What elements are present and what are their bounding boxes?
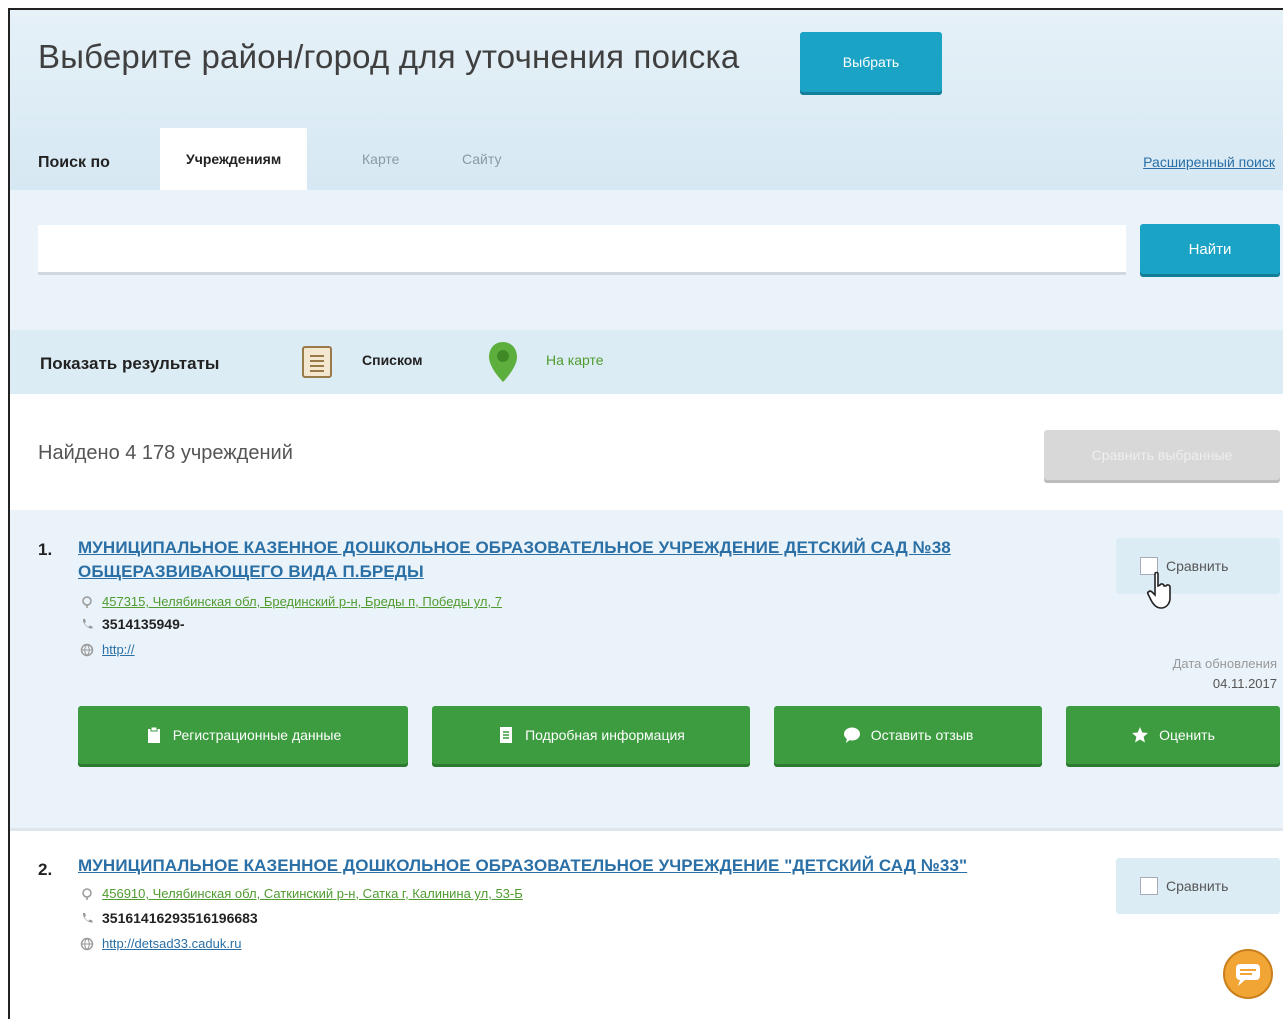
search-by-label: Поиск по (38, 154, 110, 171)
update-info: Дата обновления 04.11.2017 (1173, 654, 1277, 694)
result-title-link[interactable]: МУНИЦИПАЛЬНОЕ КАЗЕННОЕ ДОШКОЛЬНОЕ ОБРАЗО… (78, 854, 1098, 878)
address-link[interactable]: 456910, Челябинская обл, Саткинский р-н,… (102, 886, 523, 901)
result-number: 1. (38, 540, 53, 559)
update-label: Дата обновления (1172, 656, 1277, 671)
leave-review-label: Оставить отзыв (870, 727, 974, 743)
registration-data-button[interactable]: Регистрационные данные (78, 706, 408, 764)
advanced-search-link[interactable]: Расширенный поиск (1143, 154, 1275, 170)
site-row: http:// (80, 642, 135, 657)
star-icon (1132, 727, 1149, 743)
tab-institutions[interactable]: Учреждениям (160, 128, 308, 190)
phone-number: 3514135949- (102, 616, 185, 632)
document-icon (500, 727, 513, 743)
find-button[interactable]: Найти (1140, 224, 1280, 274)
chat-bubble-icon (843, 727, 860, 743)
site-row: http://detsad33.caduk.ru (80, 936, 241, 951)
search-tabs: Поиск по Учреждениям Карте Сайту Расшире… (10, 128, 1283, 190)
rate-label: Оценить (1159, 727, 1215, 743)
select-region-button[interactable]: Выбрать (800, 32, 942, 92)
compare-toggle[interactable]: Сравнить (1116, 858, 1280, 914)
globe-icon (80, 643, 94, 656)
site-link[interactable]: http://detsad33.caduk.ru (102, 936, 241, 951)
result-title-link[interactable]: МУНИЦИПАЛЬНОЕ КАЗЕННОЕ ДОШКОЛЬНОЕ ОБРАЗО… (78, 536, 1078, 584)
compare-checkbox[interactable] (1140, 877, 1158, 895)
site-link[interactable]: http:// (102, 642, 135, 657)
clipboard-icon (147, 726, 160, 743)
globe-icon (80, 937, 94, 950)
search-input[interactable] (38, 225, 1126, 275)
view-map-option[interactable]: На карте (546, 352, 604, 368)
phone-icon (82, 619, 93, 629)
address-row: 456910, Челябинская обл, Саткинский р-н,… (80, 886, 523, 901)
details-button[interactable]: Подробная информация (432, 706, 750, 764)
list-icon[interactable] (302, 346, 332, 378)
page-title: Выберите район/город для уточнения поиск… (38, 38, 740, 75)
compare-label: Сравнить (1166, 878, 1229, 894)
leave-review-button[interactable]: Оставить отзыв (774, 706, 1042, 764)
tab-site[interactable]: Сайту (462, 128, 501, 190)
chat-widget-icon[interactable] (1222, 948, 1274, 1000)
phone-row: 3514135949- (80, 616, 185, 632)
rate-button[interactable]: Оценить (1066, 706, 1280, 764)
tab-map[interactable]: Карте (362, 128, 399, 190)
update-date: 04.11.2017 (1212, 676, 1277, 691)
compare-label: Сравнить (1166, 558, 1229, 574)
location-icon (82, 887, 92, 900)
page-frame: Выберите район/город для уточнения поиск… (8, 8, 1283, 1019)
phone-row: 35161416293516196683 (80, 910, 258, 926)
hand-cursor-icon (1147, 571, 1171, 609)
result-number: 2. (38, 860, 53, 879)
compare-toggle[interactable]: Сравнить (1116, 538, 1280, 594)
registration-data-label: Регистрационные данные (172, 727, 342, 743)
compare-selected-button[interactable]: Сравнить выбранные (1044, 430, 1280, 480)
address-link[interactable]: 457315, Челябинская обл, Брединский р-н,… (102, 594, 502, 609)
phone-icon (82, 913, 93, 923)
phone-number: 35161416293516196683 (102, 910, 258, 926)
results-count: Найдено 4 178 учреждений (38, 442, 293, 464)
map-pin-icon[interactable] (486, 340, 520, 384)
details-label: Подробная информация (525, 727, 685, 743)
address-row: 457315, Челябинская обл, Брединский р-н,… (80, 594, 502, 609)
view-list-option[interactable]: Списком (362, 352, 423, 368)
location-icon (82, 595, 92, 608)
show-results-label: Показать результаты (40, 354, 220, 373)
